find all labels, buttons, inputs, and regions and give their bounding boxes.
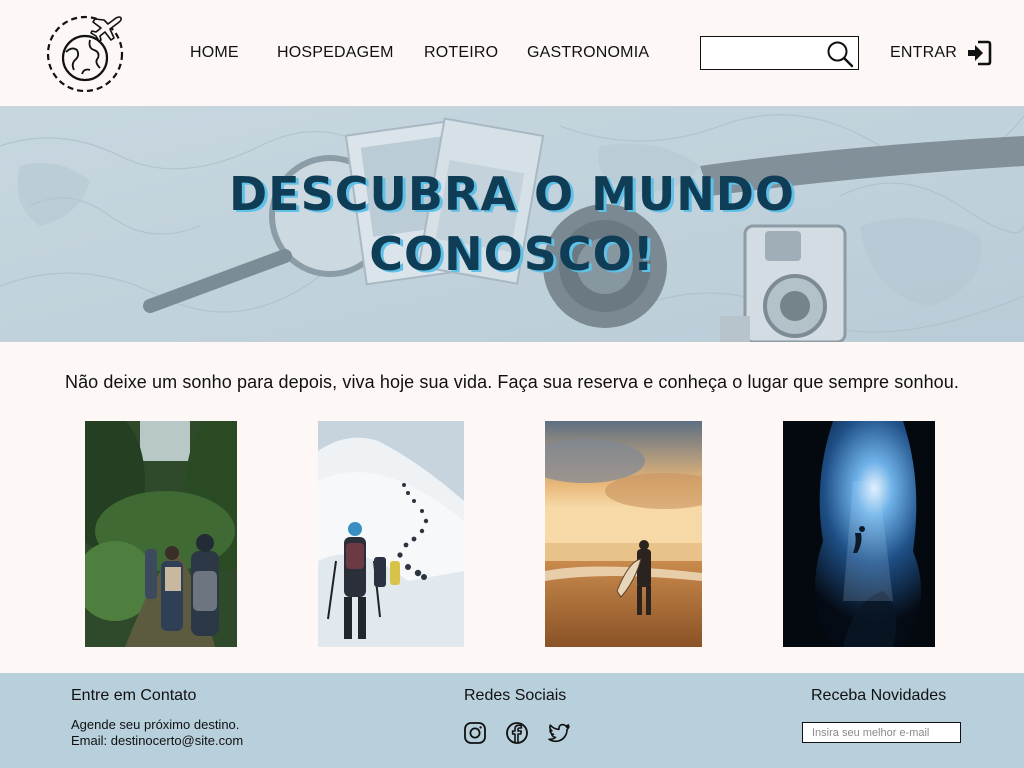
hero-title-line2: CONOSCO! (369, 227, 655, 281)
newsletter-email-input[interactable] (803, 723, 960, 743)
twitter-icon[interactable] (547, 721, 571, 745)
login-button[interactable]: ENTRAR (890, 38, 992, 68)
site-header: HOME HOSPEDAGEM ROTEIRO GASTRONOMIA ENTR… (0, 0, 1024, 106)
search-icon[interactable] (826, 40, 854, 68)
social-title: Redes Sociais (464, 687, 567, 704)
instagram-icon[interactable] (463, 721, 487, 745)
hero-title: DESCUBRA O MUNDO CONOSCO! (0, 164, 1024, 284)
beach-surfer-sunset-photo (545, 421, 702, 647)
contact-email: Email: destinocerto@site.com (71, 733, 244, 748)
hero-banner: DESCUBRA O MUNDO CONOSCO! (0, 106, 1024, 342)
contact-title: Entre em Contato (71, 687, 197, 704)
contact-line1: Agende seu próximo destino. (71, 717, 240, 732)
nav-hospedagem[interactable]: HOSPEDAGEM (277, 44, 394, 62)
newsletter-form (802, 722, 961, 743)
nav-roteiro[interactable]: ROTEIRO (424, 44, 498, 62)
snow-mountain-hikers-photo (318, 421, 464, 647)
search-box (700, 36, 859, 70)
nav-gastronomia[interactable]: GASTRONOMIA (527, 44, 649, 62)
nav-home[interactable]: HOME (190, 44, 239, 62)
intro-text: Não deixe um sonho para depois, viva hoj… (64, 372, 960, 392)
forest-hikers-photo (85, 421, 237, 647)
newsletter-title: Receba Novidades (811, 687, 947, 704)
underwater-cave-diver-photo (783, 421, 935, 647)
globe-plane-logo-icon[interactable] (44, 12, 128, 96)
site-footer: Entre em Contato Agende seu próximo dest… (0, 673, 1024, 768)
search-input[interactable] (707, 42, 825, 64)
hero-title-line1: DESCUBRA O MUNDO (229, 167, 795, 221)
facebook-icon[interactable] (505, 721, 529, 745)
sign-in-icon (967, 40, 992, 66)
login-label: ENTRAR (890, 44, 957, 61)
